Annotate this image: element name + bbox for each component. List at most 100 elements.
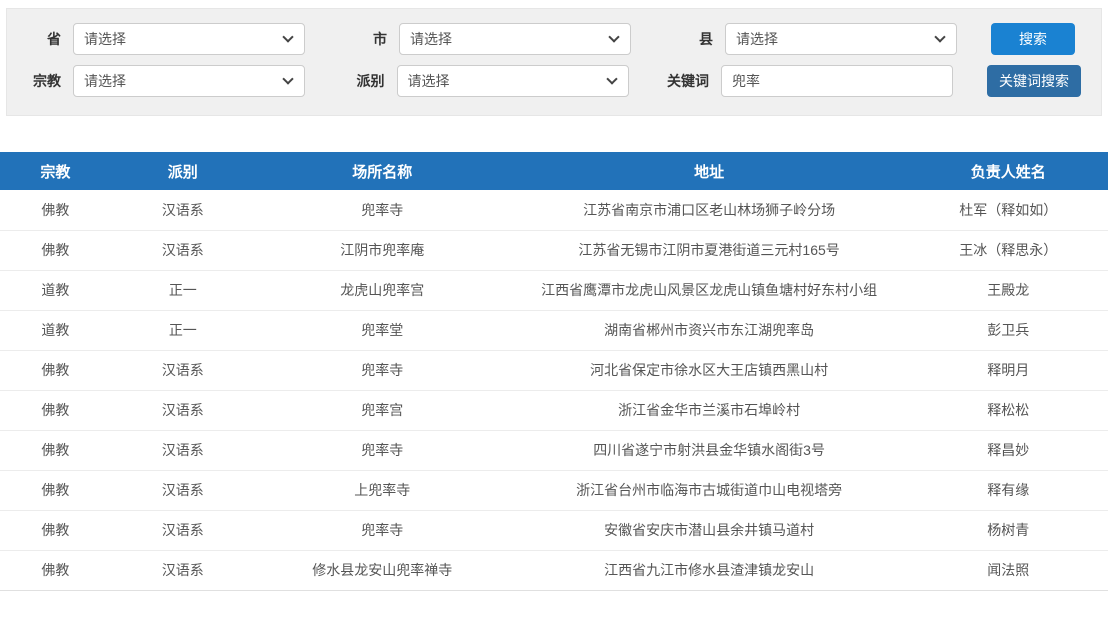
table-cell: 杜军（释如如） [909, 190, 1108, 230]
table-cell: 汉语系 [111, 350, 255, 390]
column-header: 派别 [111, 152, 255, 190]
table-cell: 汉语系 [111, 190, 255, 230]
county-select-value: 请选择 [736, 29, 936, 49]
province-filter-group: 省 请选择 [27, 23, 305, 55]
table-cell: 彭卫兵 [909, 310, 1108, 350]
chevron-down-icon [606, 73, 617, 84]
keyword-input[interactable] [732, 73, 942, 89]
table-cell: 上兜率寺 [255, 470, 510, 510]
table-row: 佛教汉语系上兜率寺浙江省台州市临海市古城街道巾山电视塔旁释有缘 [0, 470, 1108, 510]
table-row: 佛教汉语系兜率寺安徽省安庆市潜山县余井镇马道村杨树青 [0, 510, 1108, 550]
table-cell: 修水县龙安山兜率禅寺 [255, 550, 510, 590]
city-filter-group: 市 请选择 [353, 23, 631, 55]
column-header: 负责人姓名 [909, 152, 1108, 190]
table-cell: 道教 [0, 270, 111, 310]
table-cell: 杨树青 [909, 510, 1108, 550]
keyword-field-wrap [721, 65, 953, 97]
table-cell: 释有缘 [909, 470, 1108, 510]
table-cell: 道教 [0, 310, 111, 350]
filter-row-location: 省 请选择 市 请选择 县 请选择 搜索 [27, 23, 1081, 55]
table-cell: 佛教 [0, 470, 111, 510]
filter-panel: 省 请选择 市 请选择 县 请选择 搜索 宗教 [6, 8, 1102, 116]
filter-row-religion: 宗教 请选择 派别 请选择 关键词 关键词搜索 [27, 65, 1081, 97]
table-cell: 佛教 [0, 430, 111, 470]
search-button[interactable]: 搜索 [991, 23, 1075, 55]
column-header: 场所名称 [255, 152, 510, 190]
table-cell: 四川省遂宁市射洪县金华镇水阁街3号 [510, 430, 909, 470]
table-row: 道教正一龙虎山兜率宫江西省鹰潭市龙虎山风景区龙虎山镇鱼塘村好东村小组王殿龙 [0, 270, 1108, 310]
city-select-value: 请选择 [410, 29, 610, 49]
table-cell: 正一 [111, 270, 255, 310]
table-cell: 王殿龙 [909, 270, 1108, 310]
table-cell: 兜率寺 [255, 190, 510, 230]
table-cell: 浙江省金华市兰溪市石埠岭村 [510, 390, 909, 430]
table-body: 佛教汉语系兜率寺江苏省南京市浦口区老山林场狮子岭分场杜军（释如如）佛教汉语系江阴… [0, 190, 1108, 590]
table-cell: 佛教 [0, 190, 111, 230]
table-cell: 江西省九江市修水县渣津镇龙安山 [510, 550, 909, 590]
table-cell: 汉语系 [111, 430, 255, 470]
religion-select[interactable]: 请选择 [73, 65, 305, 97]
county-label: 县 [679, 29, 713, 49]
results-section: 宗教派别场所名称地址负责人姓名 佛教汉语系兜率寺江苏省南京市浦口区老山林场狮子岭… [0, 152, 1108, 591]
table-row: 佛教汉语系江阴市兜率庵江苏省无锡市江阴市夏港街道三元村165号王冰（释思永） [0, 230, 1108, 270]
table-cell: 兜率宫 [255, 390, 510, 430]
table-row: 佛教汉语系修水县龙安山兜率禅寺江西省九江市修水县渣津镇龙安山闻法照 [0, 550, 1108, 590]
table-cell: 王冰（释思永） [909, 230, 1108, 270]
table-cell: 江苏省无锡市江阴市夏港街道三元村165号 [510, 230, 909, 270]
table-cell: 汉语系 [111, 510, 255, 550]
table-cell: 江西省鹰潭市龙虎山风景区龙虎山镇鱼塘村好东村小组 [510, 270, 909, 310]
keyword-search-button[interactable]: 关键词搜索 [987, 65, 1081, 97]
table-cell: 正一 [111, 310, 255, 350]
table-cell: 佛教 [0, 350, 111, 390]
table-row: 佛教汉语系兜率寺江苏省南京市浦口区老山林场狮子岭分场杜军（释如如） [0, 190, 1108, 230]
table-row: 佛教汉语系兜率寺河北省保定市徐水区大王店镇西黑山村释明月 [0, 350, 1108, 390]
table-row: 佛教汉语系兜率寺四川省遂宁市射洪县金华镇水阁街3号释昌妙 [0, 430, 1108, 470]
table-cell: 佛教 [0, 510, 111, 550]
religion-label: 宗教 [27, 71, 61, 91]
table-cell: 佛教 [0, 390, 111, 430]
table-cell: 兜率堂 [255, 310, 510, 350]
table-cell: 兜率寺 [255, 510, 510, 550]
province-select-value: 请选择 [84, 29, 284, 49]
table-cell: 兜率寺 [255, 350, 510, 390]
table-cell: 佛教 [0, 230, 111, 270]
table-cell: 江苏省南京市浦口区老山林场狮子岭分场 [510, 190, 909, 230]
table-cell: 河北省保定市徐水区大王店镇西黑山村 [510, 350, 909, 390]
table-cell: 释松松 [909, 390, 1108, 430]
province-select[interactable]: 请选择 [73, 23, 305, 55]
city-label: 市 [353, 29, 387, 49]
table-cell: 释明月 [909, 350, 1108, 390]
keyword-filter-group: 关键词 [657, 65, 953, 97]
table-cell: 汉语系 [111, 550, 255, 590]
religion-filter-group: 宗教 请选择 [27, 65, 305, 97]
column-header: 宗教 [0, 152, 111, 190]
county-select[interactable]: 请选择 [725, 23, 957, 55]
sect-select-value: 请选择 [408, 71, 608, 91]
results-table: 宗教派别场所名称地址负责人姓名 佛教汉语系兜率寺江苏省南京市浦口区老山林场狮子岭… [0, 152, 1108, 591]
table-cell: 兜率寺 [255, 430, 510, 470]
table-cell: 汉语系 [111, 390, 255, 430]
table-cell: 汉语系 [111, 230, 255, 270]
sect-filter-group: 派别 请选择 [351, 65, 629, 97]
table-cell: 龙虎山兜率宫 [255, 270, 510, 310]
city-select[interactable]: 请选择 [399, 23, 631, 55]
province-label: 省 [27, 29, 61, 49]
table-cell: 湖南省郴州市资兴市东江湖兜率岛 [510, 310, 909, 350]
table-cell: 安徽省安庆市潜山县余井镇马道村 [510, 510, 909, 550]
table-cell: 汉语系 [111, 470, 255, 510]
sect-label: 派别 [351, 71, 385, 91]
table-row: 道教正一兜率堂湖南省郴州市资兴市东江湖兜率岛彭卫兵 [0, 310, 1108, 350]
chevron-down-icon [282, 73, 293, 84]
chevron-down-icon [608, 31, 619, 42]
table-cell: 佛教 [0, 550, 111, 590]
chevron-down-icon [934, 31, 945, 42]
column-header: 地址 [510, 152, 909, 190]
table-cell: 释昌妙 [909, 430, 1108, 470]
table-cell: 江阴市兜率庵 [255, 230, 510, 270]
sect-select[interactable]: 请选择 [397, 65, 629, 97]
county-filter-group: 县 请选择 [679, 23, 957, 55]
table-row: 佛教汉语系兜率宫浙江省金华市兰溪市石埠岭村释松松 [0, 390, 1108, 430]
table-cell: 浙江省台州市临海市古城街道巾山电视塔旁 [510, 470, 909, 510]
religion-select-value: 请选择 [84, 71, 284, 91]
table-header-row: 宗教派别场所名称地址负责人姓名 [0, 152, 1108, 190]
